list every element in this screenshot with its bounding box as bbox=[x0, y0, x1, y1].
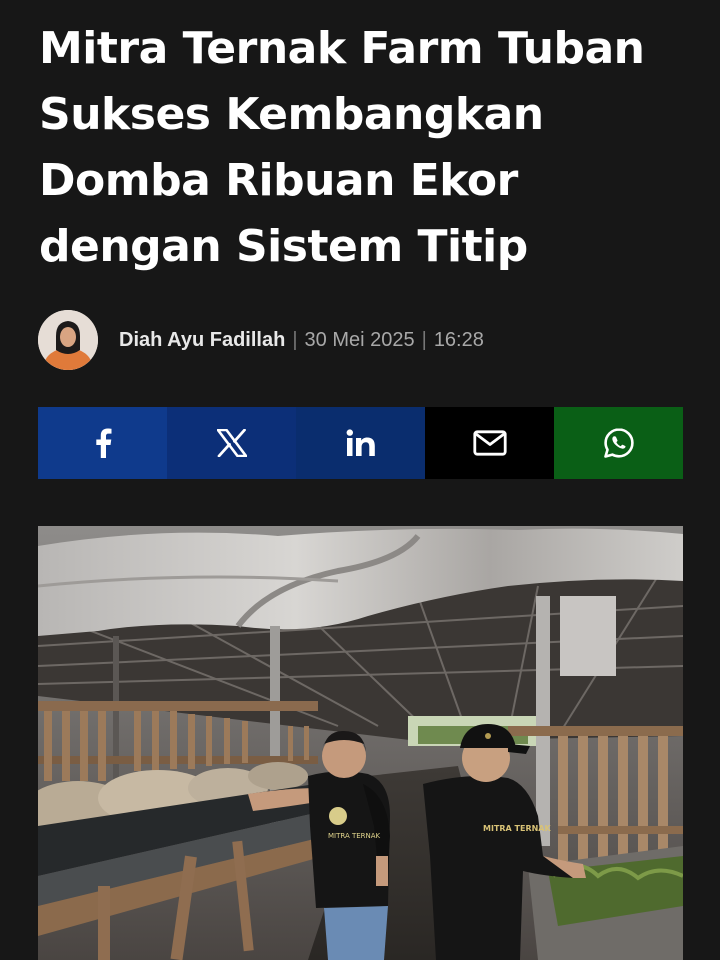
author-name[interactable]: Diah Ayu Fadillah bbox=[119, 329, 285, 352]
meta-separator: | bbox=[292, 328, 298, 351]
share-bar bbox=[38, 407, 683, 479]
byline: Diah Ayu Fadillah | 30 Mei 2025 | 16:28 bbox=[38, 310, 484, 370]
share-linkedin-button[interactable] bbox=[296, 407, 425, 479]
share-email-button[interactable] bbox=[425, 407, 554, 479]
publish-date: 30 Mei 2025 bbox=[304, 328, 415, 351]
share-x-button[interactable] bbox=[167, 407, 296, 479]
share-facebook-button[interactable] bbox=[38, 407, 167, 479]
whatsapp-icon bbox=[603, 427, 635, 459]
facebook-icon bbox=[93, 428, 113, 458]
article-photo[interactable]: MITRA TERNAK MITRA TERNAK bbox=[38, 526, 683, 960]
author-avatar[interactable] bbox=[38, 310, 98, 370]
shirt-text-2: MITRA TERNAK bbox=[483, 824, 552, 833]
publish-time: 16:28 bbox=[433, 328, 484, 351]
x-icon bbox=[216, 429, 247, 457]
shirt-text-1: MITRA TERNAK bbox=[328, 832, 381, 840]
linkedin-icon bbox=[346, 429, 376, 457]
mail-icon bbox=[472, 430, 507, 456]
share-whatsapp-button[interactable] bbox=[554, 407, 683, 479]
article-headline: Mitra Ternak Farm Tuban Sukses Kembangka… bbox=[39, 23, 645, 272]
meta-separator: | bbox=[421, 328, 427, 351]
